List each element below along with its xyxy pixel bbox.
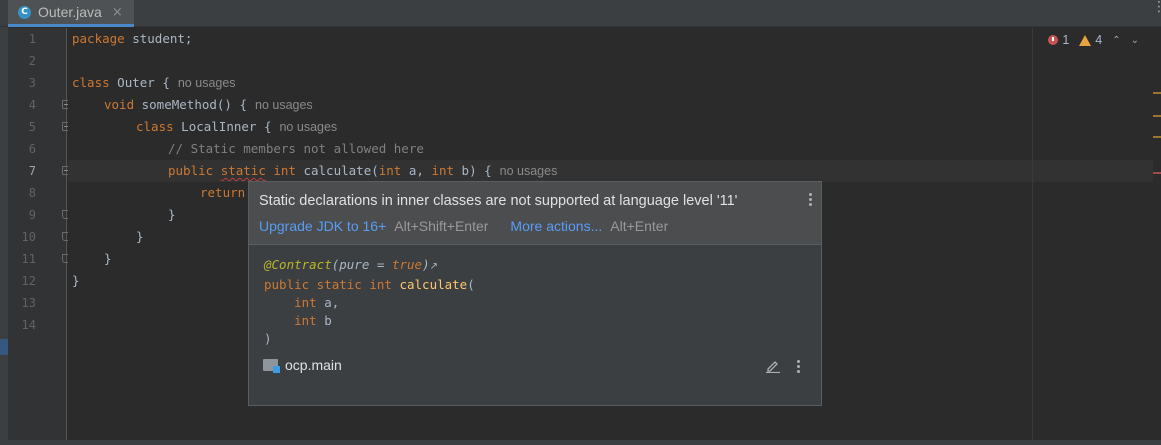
- more-actions-link[interactable]: More actions...: [510, 218, 602, 234]
- line-number: 1: [28, 32, 36, 46]
- error-count: 1: [1062, 33, 1070, 47]
- line-number: 4: [28, 98, 36, 112]
- tab-label: Outer.java: [38, 4, 102, 20]
- code-line-10: }: [136, 229, 144, 244]
- line-number: 8: [28, 186, 36, 200]
- upgrade-jdk-link[interactable]: Upgrade JDK to 16+: [259, 218, 386, 234]
- inspection-widget[interactable]: 1 4 ⌃ ⌄: [1048, 33, 1139, 47]
- usages-hint[interactable]: no usages: [279, 120, 337, 134]
- upgrade-jdk-shortcut: Alt+Shift+Enter: [394, 218, 489, 234]
- usages-hint[interactable]: no usages: [178, 76, 236, 90]
- editor-tab-bar: C Outer.java × ⋮: [0, 0, 1161, 27]
- chevron-up-icon[interactable]: ⌃: [1112, 35, 1120, 46]
- error-token: static: [220, 163, 266, 178]
- code-line-5: class LocalInner {no usages: [136, 119, 338, 134]
- error-popup-header: Static declarations in inner classes are…: [249, 182, 821, 245]
- error-tooltip-popup[interactable]: Static declarations in inner classes are…: [248, 181, 822, 406]
- error-message: Static declarations in inner classes are…: [259, 193, 738, 209]
- left-tool-strip: [0, 27, 8, 445]
- popup-options-icon[interactable]: [797, 360, 801, 375]
- line-number: 6: [28, 142, 36, 156]
- error-stripe-mark[interactable]: [1153, 172, 1161, 174]
- code-line-6: // Static members not allowed here: [168, 141, 424, 156]
- right-margin-guide: [1032, 28, 1033, 440]
- module-info: ocp.main: [263, 357, 342, 373]
- line-number: 11: [21, 252, 36, 266]
- code-line-11: }: [104, 251, 112, 266]
- module-name: ocp.main: [285, 357, 342, 373]
- warning-stripe-mark[interactable]: [1153, 115, 1161, 117]
- method-documentation: @Contract(pure = true)↗ public static in…: [264, 257, 475, 346]
- line-number: 3: [28, 76, 36, 90]
- more-options-icon[interactable]: [809, 193, 813, 208]
- tool-strip-indicator[interactable]: [0, 339, 8, 355]
- close-icon[interactable]: ×: [112, 5, 123, 20]
- code-line-7: public static int calculate(int a, int b…: [168, 163, 558, 178]
- line-number: 14: [21, 318, 36, 332]
- line-number: 2: [28, 54, 36, 68]
- warning-stripe-mark[interactable]: [1153, 136, 1161, 138]
- code-line-4: void someMethod() {no usages: [104, 97, 313, 112]
- editor-bottom-border: [0, 440, 1161, 445]
- tab-menu-icon[interactable]: ⋮: [1152, 0, 1161, 14]
- line-number: 10: [21, 230, 36, 244]
- code-line-3: class Outer {no usages: [72, 75, 236, 90]
- editor-gutter[interactable]: 1 2 3 4 5 6 7 8 9 10 11 12 13 14: [8, 28, 92, 440]
- code-line-8: return: [200, 185, 246, 200]
- code-line-9: }: [168, 207, 176, 222]
- chevron-down-icon[interactable]: ⌄: [1131, 35, 1139, 46]
- code-line-1: package student;: [72, 31, 193, 46]
- line-number: 13: [21, 296, 36, 310]
- tab-outer-java[interactable]: C Outer.java ×: [8, 0, 134, 27]
- more-actions-shortcut: Alt+Enter: [610, 218, 669, 234]
- usages-hint[interactable]: no usages: [500, 164, 558, 178]
- line-number: 9: [28, 208, 36, 222]
- error-icon: [1048, 35, 1059, 45]
- line-number: 7: [28, 164, 36, 178]
- edit-source-icon[interactable]: [765, 359, 781, 373]
- java-class-icon: C: [18, 5, 31, 19]
- warning-stripe-mark[interactable]: [1153, 92, 1161, 94]
- code-line-12: }: [72, 273, 80, 288]
- quick-fix-actions: Upgrade JDK to 16+ Alt+Shift+Enter More ac…: [259, 218, 690, 234]
- line-number: 12: [21, 274, 36, 288]
- usages-hint[interactable]: no usages: [255, 98, 313, 112]
- module-folder-icon: [263, 359, 280, 373]
- warning-icon: [1079, 34, 1092, 46]
- line-number: 5: [28, 120, 36, 134]
- warning-count: 4: [1095, 33, 1103, 47]
- external-link-icon[interactable]: ↗: [430, 261, 438, 272]
